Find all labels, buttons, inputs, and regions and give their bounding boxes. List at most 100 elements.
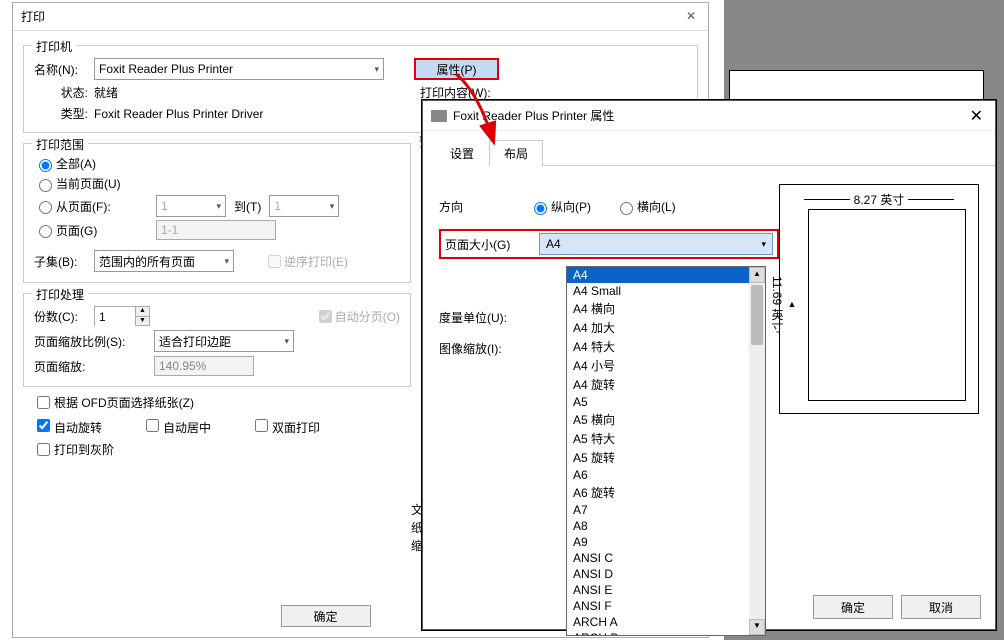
portrait-radio[interactable] [534, 202, 547, 215]
printer-name-combo[interactable]: Foxit Reader Plus Printer ▾ [94, 58, 384, 80]
dropdown-item[interactable]: A4 Small [567, 283, 765, 299]
autocenter-label: 自动居中 [163, 421, 211, 435]
range-from-radio[interactable] [39, 201, 52, 214]
close-icon[interactable]: ✕ [682, 8, 700, 26]
dropdown-item[interactable]: ARCH B [567, 630, 765, 636]
range-current-label: 当前页面(U) [56, 175, 121, 192]
dropdown-item[interactable]: ANSI C [567, 550, 765, 566]
close-icon[interactable]: ✕ [966, 106, 987, 126]
properties-titlebar: Foxit Reader Plus Printer 属性 ✕ [423, 101, 995, 131]
grayscale-checkbox[interactable] [37, 443, 50, 456]
dropdown-item[interactable]: A9 [567, 534, 765, 550]
subset-combo[interactable]: 范围内的所有页面▾ [94, 250, 234, 272]
grayscale-label: 打印到灰阶 [54, 441, 114, 458]
printer-name-label: 名称(N): [34, 61, 94, 78]
type-value: Foxit Reader Plus Printer Driver [94, 107, 263, 121]
scale-label: 页面缩放比例(S): [34, 333, 154, 350]
range-from-label: 从页面(F): [56, 198, 156, 215]
dropdown-item[interactable]: A7 [567, 502, 765, 518]
dropdown-item[interactable]: A5 特大 [567, 429, 765, 448]
print-titlebar: 打印 ✕ [13, 3, 708, 31]
dropdown-item[interactable]: A4 加大 [567, 318, 765, 337]
range-all-radio[interactable] [39, 159, 52, 172]
status-value: 就绪 [94, 84, 118, 101]
range-pages-label: 页面(G) [56, 222, 156, 239]
status-label: 状态: [34, 84, 94, 101]
imgscale-label: 图像缩放(I): [439, 340, 529, 357]
collate-checkbox[interactable] [319, 310, 332, 323]
autorot-checkbox[interactable] [37, 419, 50, 432]
spin-up-icon[interactable]: ▲ [135, 307, 149, 317]
dropdown-item[interactable]: ANSI F [567, 598, 765, 614]
reverse-label: 逆序打印(E) [284, 253, 348, 270]
preview-height: 11.69 英寸 [770, 276, 784, 332]
range-from-combo[interactable]: 1▾ [156, 195, 226, 217]
dropdown-item[interactable]: A4 特大 [567, 337, 765, 356]
pagesize-label: 页面大小(G) [445, 236, 527, 253]
collate-label: 自动分页(O) [335, 308, 400, 325]
pagesize-dropdown[interactable]: A4A4 SmallA4 横向A4 加大A4 特大A4 小号A4 旋转A5A5 … [566, 266, 766, 636]
dropdown-item[interactable]: A8 [567, 518, 765, 534]
pagesize-highlight: 页面大小(G) A4 ▾ [439, 229, 779, 259]
dropdown-item[interactable]: A4 横向 [567, 299, 765, 318]
landscape-radio[interactable] [620, 202, 633, 215]
pagesize-value: A4 [546, 237, 561, 251]
dropdown-item[interactable]: A5 横向 [567, 410, 765, 429]
range-current-radio[interactable] [39, 179, 52, 192]
range-to-label: 到(T) [234, 198, 261, 215]
dropdown-item[interactable]: ANSI D [567, 566, 765, 582]
type-label: 类型: [34, 105, 94, 122]
subset-label: 子集(B): [34, 253, 94, 270]
autocenter-checkbox[interactable] [146, 419, 159, 432]
copies-input[interactable] [95, 307, 135, 327]
dropdown-item[interactable]: A6 [567, 467, 765, 483]
scroll-thumb[interactable] [751, 285, 763, 345]
reverse-checkbox[interactable] [268, 255, 281, 268]
range-to-combo[interactable]: 1▾ [269, 195, 339, 217]
print-ok-button[interactable]: 确定 [281, 605, 371, 627]
print-title-text: 打印 [21, 8, 45, 25]
chevron-down-icon: ▾ [330, 201, 335, 212]
printer-group-label: 打印机 [32, 38, 76, 55]
dropdown-item[interactable]: ANSI E [567, 582, 765, 598]
scale-combo[interactable]: 适合打印边距▾ [154, 330, 294, 352]
zoom-input [154, 356, 254, 376]
copies-spinner[interactable]: ▲▼ [94, 306, 150, 326]
dropdown-item[interactable]: ARCH A [567, 614, 765, 630]
tab-strip: 设置 布局 [435, 139, 995, 166]
ofd-label: 根据 OFD页面选择纸张(Z) [54, 394, 194, 411]
props-cancel-button[interactable]: 取消 [901, 595, 981, 619]
duplex-checkbox[interactable] [255, 419, 268, 432]
range-pages-input[interactable] [156, 220, 276, 240]
zoom-label: 页面缩放: [34, 358, 154, 375]
range-pages-radio[interactable] [39, 225, 52, 238]
portrait-label: 纵向(P) [551, 198, 591, 215]
preview-width: 8.27 英寸 [854, 191, 905, 208]
scrollbar[interactable]: ▲ ▼ [749, 267, 765, 635]
handle-group-label: 打印处理 [32, 286, 88, 303]
range-all-label: 全部(A) [56, 155, 96, 172]
dropdown-item[interactable]: A4 旋转 [567, 375, 765, 394]
ofd-checkbox[interactable] [37, 396, 50, 409]
autorot-label: 自动旋转 [54, 421, 102, 435]
orientation-label: 方向 [439, 198, 529, 215]
chevron-down-icon: ▾ [374, 64, 379, 75]
scroll-up-icon[interactable]: ▲ [749, 267, 765, 283]
chevron-down-icon: ▾ [224, 256, 229, 267]
pagesize-combo[interactable]: A4 ▾ [539, 233, 773, 255]
copies-label: 份数(C): [34, 308, 94, 325]
dropdown-item[interactable]: A5 旋转 [567, 448, 765, 467]
options-area: 根据 OFD页面选择纸张(Z) 自动旋转 自动居中 双面打印 打印到灰阶 [33, 393, 413, 459]
range-group: 打印范围 全部(A) 当前页面(U) 从页面(F): 1▾ 到(T) 1▾ 页面… [23, 143, 411, 283]
dropdown-item[interactable]: A4 小号 [567, 356, 765, 375]
spin-down-icon[interactable]: ▼ [135, 317, 149, 326]
dropdown-item[interactable]: A5 [567, 394, 765, 410]
printer-name-value: Foxit Reader Plus Printer [99, 62, 233, 76]
printer-icon [431, 110, 447, 122]
dropdown-item[interactable]: A6 旋转 [567, 483, 765, 502]
dropdown-item[interactable]: A4 [567, 267, 765, 283]
page-preview: 8.27 英寸 ▲11.69 英寸▼ [779, 184, 979, 414]
red-arrow-annotation [448, 72, 508, 152]
scroll-down-icon[interactable]: ▼ [749, 619, 765, 635]
props-ok-button[interactable]: 确定 [813, 595, 893, 619]
